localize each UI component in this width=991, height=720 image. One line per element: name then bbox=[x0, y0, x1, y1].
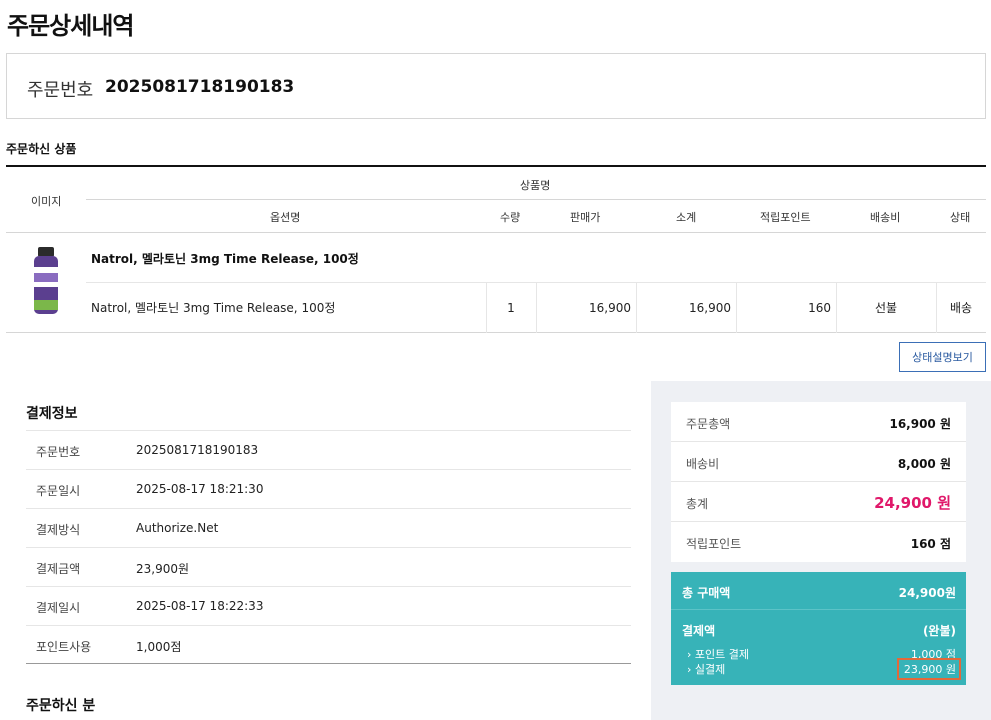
payment-row-label: 결제금액 bbox=[36, 562, 81, 576]
summary-value: 8,000 원 bbox=[897, 457, 951, 471]
payment-row-label: 결제방식 bbox=[36, 523, 81, 537]
page-title: 주문상세내역 bbox=[7, 12, 134, 40]
actual-payment-label: › 실결제 bbox=[687, 663, 726, 676]
header-divider bbox=[86, 199, 986, 200]
product-name[interactable]: Natrol, 멜라토닌 3mg Time Release, 100정 bbox=[91, 250, 359, 267]
order-number-box: 주문번호 2025081718190183 bbox=[6, 53, 986, 119]
payment-row: 포인트사용 1,000점 bbox=[26, 625, 631, 664]
header-shipping: 배송비 bbox=[870, 211, 901, 224]
header-points: 적립포인트 bbox=[760, 211, 811, 224]
item-price: 16,900 bbox=[589, 301, 631, 315]
summary-label: 배송비 bbox=[686, 457, 720, 471]
highlight-box bbox=[897, 658, 961, 680]
header-product-name: 상품명 bbox=[520, 179, 551, 192]
point-payment-label: › 포인트 결제 bbox=[687, 648, 749, 661]
payment-row-value: 1,000점 bbox=[136, 640, 182, 654]
product-option-row: Natrol, 멜라토닌 3mg Time Release, 100정 1 16… bbox=[6, 283, 986, 333]
payment-row-label: 결제일시 bbox=[36, 601, 81, 615]
payment-amount-label: 결제액 bbox=[682, 624, 716, 638]
summary-order-total: 주문총액 16,900 원 bbox=[671, 402, 966, 442]
summary-total: 총계 24,900 원 bbox=[671, 482, 966, 522]
summary-value: 160 점 bbox=[910, 537, 951, 551]
header-price: 판매가 bbox=[570, 211, 601, 224]
payment-row: 결제금액 23,900원 bbox=[26, 547, 631, 586]
summary-points: 적립포인트 160 점 bbox=[671, 522, 966, 562]
header-status: 상태 bbox=[950, 211, 971, 224]
purchase-total-row: 총 구매액 24,900원 bbox=[671, 572, 966, 610]
item-shipping: 선불 bbox=[874, 301, 898, 315]
summary-shipping: 배송비 8,000 원 bbox=[671, 442, 966, 482]
purchase-total-value: 24,900원 bbox=[898, 586, 956, 600]
item-points: 160 bbox=[808, 301, 831, 315]
orderer-title: 주문하신 분 bbox=[26, 698, 96, 714]
melatonin-bottle-icon[interactable] bbox=[28, 245, 64, 317]
ordered-products-label: 주문하신 상품 bbox=[6, 142, 77, 156]
item-qty: 1 bbox=[507, 301, 515, 315]
payment-info-panel: 결제정보 주문번호 2025081718190183 주문일시 2025-08-… bbox=[6, 381, 651, 720]
summary-value: 16,900 원 bbox=[889, 417, 951, 431]
header-option-name: 옵션명 bbox=[270, 211, 301, 224]
payment-row-value: 2025-08-17 18:21:30 bbox=[136, 482, 264, 496]
item-subtotal: 16,900 bbox=[689, 301, 731, 315]
payment-row: 주문일시 2025-08-17 18:21:30 bbox=[26, 469, 631, 508]
summary-total-value: 24,900 원 bbox=[874, 494, 951, 512]
order-number-label: 주문번호 bbox=[27, 80, 94, 101]
header-subtotal: 소계 bbox=[676, 211, 697, 224]
payment-info-divider bbox=[26, 663, 631, 664]
payment-info-title: 결제정보 bbox=[26, 406, 78, 422]
header-qty: 수량 bbox=[500, 211, 521, 224]
payment-row-value: 2025-08-17 18:22:33 bbox=[136, 599, 264, 613]
header-image: 이미지 bbox=[31, 195, 62, 208]
payment-row: 주문번호 2025081718190183 bbox=[26, 430, 631, 469]
order-number-value: 2025081718190183 bbox=[105, 77, 295, 97]
item-status: 배송 bbox=[949, 301, 973, 315]
payment-row-value: 23,900원 bbox=[136, 562, 190, 576]
payment-row-value: Authorize.Net bbox=[136, 521, 219, 535]
payment-row-value: 2025081718190183 bbox=[136, 443, 259, 457]
order-summary-box: 주문총액 16,900 원 배송비 8,000 원 총계 24,900 원 적립… bbox=[671, 402, 966, 562]
payment-row-label: 주문일시 bbox=[36, 484, 81, 498]
summary-label: 적립포인트 bbox=[686, 537, 742, 551]
payment-row: 결제방식 Authorize.Net bbox=[26, 508, 631, 547]
product-table: 이미지 상품명 옵션명 수량 판매가 소계 적립포인트 배송비 상태 Natro… bbox=[6, 165, 986, 333]
payment-status: (완불) bbox=[922, 624, 956, 638]
payment-row-label: 주문번호 bbox=[36, 445, 81, 459]
purchase-total-label: 총 구매액 bbox=[682, 586, 731, 600]
product-name-row: Natrol, 멜라토닌 3mg Time Release, 100정 bbox=[86, 233, 986, 283]
status-description-button[interactable]: 상태설명보기 bbox=[899, 342, 986, 372]
product-table-header: 이미지 상품명 옵션명 수량 판매가 소계 적립포인트 배송비 상태 bbox=[6, 167, 986, 233]
summary-label: 총계 bbox=[686, 497, 709, 511]
option-name: Natrol, 멜라토닌 3mg Time Release, 100정 bbox=[91, 301, 336, 315]
summary-label: 주문총액 bbox=[686, 417, 731, 431]
payment-row-label: 포인트사용 bbox=[36, 640, 92, 654]
payment-row: 결제일시 2025-08-17 18:22:33 bbox=[26, 586, 631, 625]
